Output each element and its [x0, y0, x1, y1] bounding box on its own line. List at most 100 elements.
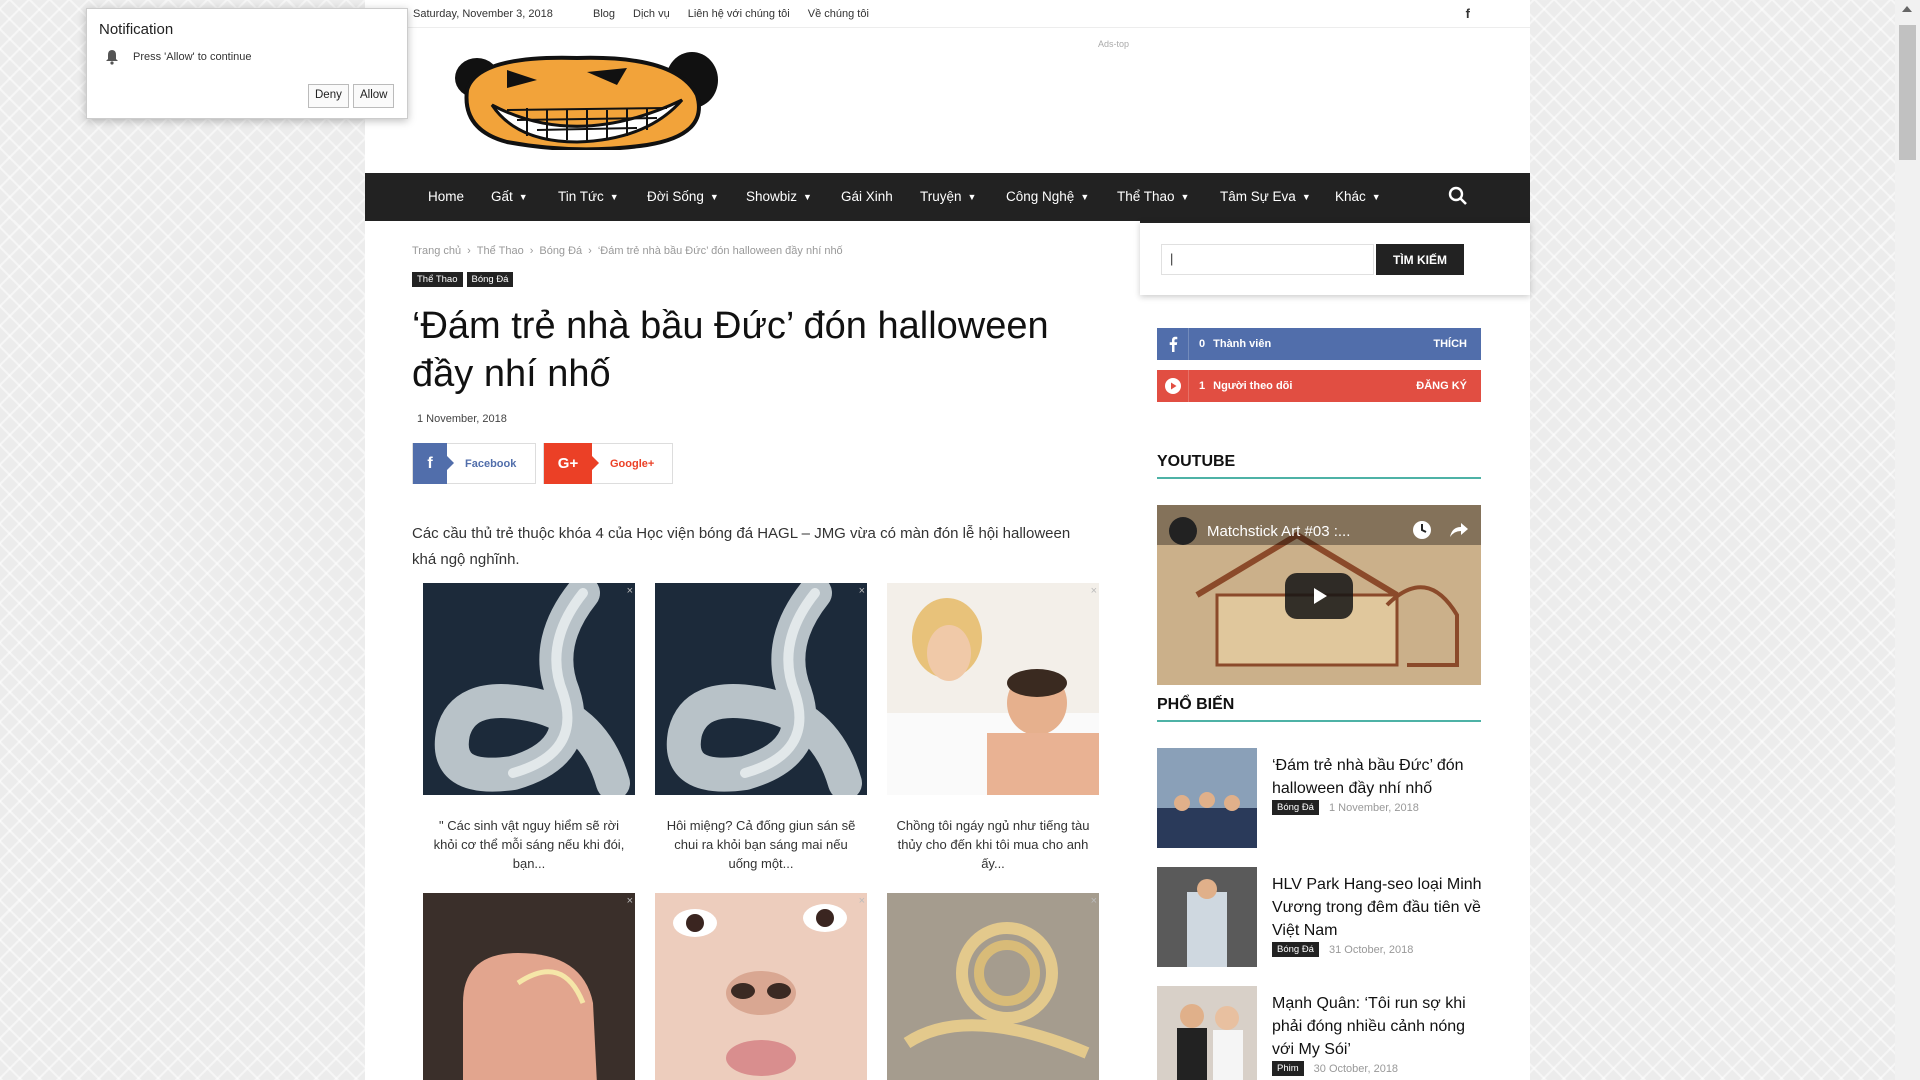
ad-close-icon[interactable]: ×	[859, 585, 865, 597]
chevron-down-icon: ▼	[709, 192, 719, 202]
article-date: 1 November, 2018	[417, 413, 507, 425]
ad-close-icon[interactable]: ×	[1091, 585, 1097, 597]
youtube-subscribe-button[interactable]: ĐĂNG KÝ	[1416, 380, 1467, 392]
ad-caption[interactable]: Hôi miệng? Cả đống giun sán sẽ chui ra k…	[655, 816, 867, 873]
share-facebook-label: Facebook	[465, 457, 517, 470]
ad-card[interactable]: ×	[423, 893, 635, 1080]
search-input[interactable]: |	[1161, 244, 1374, 275]
nav-label: Tin Tức	[558, 189, 604, 204]
ad-image-worm[interactable]: ×	[655, 583, 867, 795]
nav-label: Khác	[1335, 189, 1366, 204]
top-link-services[interactable]: Dịch vụ	[633, 8, 670, 20]
channel-avatar[interactable]	[1169, 517, 1197, 545]
facebook-icon[interactable]: f	[1466, 6, 1470, 21]
ad-image-face[interactable]: ×	[655, 893, 867, 1080]
ads-top-label: Ads-top	[1098, 39, 1130, 49]
chevron-down-icon: ▼	[1301, 192, 1311, 202]
top-link-blog[interactable]: Blog	[593, 8, 615, 20]
ad-caption[interactable]: Chồng tôi ngáy ngủ như tiếng tàu thủy ch…	[887, 816, 1099, 873]
search-dropdown: | TÌM KIẾM	[1140, 221, 1530, 295]
ad-card[interactable]: × Hôi miệng? Cả đống giun sán sẽ chui ra…	[655, 583, 867, 873]
nav-item-tin-tuc[interactable]: Tin Tức ▼	[558, 189, 619, 204]
nav-item-truyen[interactable]: Truyện ▼	[920, 189, 976, 204]
ad-close-icon[interactable]: ×	[627, 895, 633, 907]
popular-meta: Bóng Đá 1 November, 2018	[1272, 800, 1419, 815]
facebook-count: 0	[1199, 338, 1206, 350]
popular-title[interactable]: ‘Đám trẻ nhà bầu Đức’ đón halloween đầy …	[1272, 754, 1482, 800]
deny-button[interactable]: Deny	[308, 84, 349, 108]
ad-image-finger[interactable]: ×	[423, 893, 635, 1080]
share-facebook-button[interactable]: f Facebook	[412, 443, 536, 484]
nav-item-home[interactable]: Home	[428, 189, 464, 204]
ad-image-coil[interactable]: ×	[887, 893, 1099, 1080]
popular-item[interactable]: Mạnh Quân: ‘Tôi run sợ khi phải đóng nhi…	[1157, 986, 1481, 1080]
breadcrumb-the-thao[interactable]: Thể Thao	[477, 245, 524, 257]
ad-close-icon[interactable]: ×	[1091, 895, 1097, 907]
youtube-count: 1	[1199, 380, 1206, 392]
youtube-section-title: YOUTUBE	[1157, 453, 1481, 479]
notification-message: Press 'Allow' to continue	[133, 51, 252, 63]
scrollbar-thumb[interactable]	[1899, 25, 1916, 160]
nav-label: Tâm Sự Eva	[1220, 189, 1296, 204]
breadcrumb: Trang chủ › Thể Thao › Bóng Đá › ‘Đám trẻ nhà …	[412, 245, 843, 257]
popular-item[interactable]: ‘Đám trẻ nhà bầu Đức’ đón halloween đầy …	[1157, 748, 1481, 848]
ad-caption[interactable]: " Các sinh vật nguy hiểm sẽ rời khỏi cơ …	[423, 816, 635, 873]
ad-card[interactable]: ×	[887, 893, 1099, 1080]
popular-tag[interactable]: Phim	[1272, 1061, 1304, 1076]
ad-image-couple[interactable]: ×	[887, 583, 1099, 795]
share-google-button[interactable]: G+ Google+	[543, 443, 673, 484]
nav-item-khac[interactable]: Khác ▼	[1335, 189, 1381, 204]
ad-close-icon[interactable]: ×	[627, 585, 633, 597]
article-intro: Các cầu thủ trẻ thuộc khóa 4 của Học việ…	[412, 525, 1071, 568]
popular-tag[interactable]: Bóng Đá	[1272, 800, 1319, 815]
nav-item-showbiz[interactable]: Showbiz ▼	[746, 189, 812, 204]
nav-item-doi-song[interactable]: Đời Sống ▼	[647, 189, 719, 204]
search-icon[interactable]	[1447, 185, 1469, 207]
nav-label: Home	[428, 189, 465, 204]
popular-tag[interactable]: Bóng Đá	[1272, 942, 1319, 957]
chevron-down-icon: ▼	[1371, 192, 1381, 202]
breadcrumb-home[interactable]: Trang chủ	[412, 245, 461, 257]
popular-item[interactable]: HLV Park Hang-seo loại Minh Vương trong …	[1157, 867, 1482, 967]
facebook-icon: f	[413, 443, 454, 484]
scroll-up-arrow-icon[interactable]	[1902, 6, 1912, 12]
site-logo[interactable]	[447, 50, 722, 152]
facebook-like-widget[interactable]: 0 Thành viên THÍCH	[1157, 328, 1481, 360]
facebook-like-button[interactable]: THÍCH	[1433, 338, 1467, 350]
top-link-contact[interactable]: Liên hệ với chúng tôi	[688, 8, 790, 20]
video-title[interactable]: Matchstick Art #03 :...	[1207, 523, 1350, 540]
nav-item-tam-su-eva[interactable]: Tâm Sự Eva ▼	[1220, 189, 1311, 204]
breadcrumb-bong-da[interactable]: Bóng Đá	[539, 245, 582, 257]
nav-label: Công Nghệ	[1006, 189, 1075, 204]
popular-title[interactable]: HLV Park Hang-seo loại Minh Vương trong …	[1272, 873, 1482, 942]
youtube-subscribe-widget[interactable]: 1 Người theo dõi ĐĂNG KÝ	[1157, 370, 1481, 402]
nav-item-cong-nghe[interactable]: Công Nghệ ▼	[1006, 189, 1089, 204]
ad-card[interactable]: ×	[655, 893, 867, 1080]
clock-icon[interactable]	[1411, 519, 1433, 546]
popular-title[interactable]: Mạnh Quân: ‘Tôi run sợ khi phải đóng nhi…	[1272, 992, 1482, 1061]
popular-thumbnail[interactable]	[1157, 986, 1257, 1080]
nav-label: Gái Xinh	[841, 189, 893, 204]
current-date: Saturday, November 3, 2018	[413, 8, 553, 20]
top-link-about[interactable]: Về chúng tôi	[808, 8, 869, 20]
youtube-icon	[1157, 370, 1189, 402]
tag-the-thao[interactable]: Thể Thao	[412, 272, 463, 287]
ad-image-worm[interactable]: ×	[423, 583, 635, 795]
page-scrollbar[interactable]	[1895, 0, 1920, 1080]
ad-card[interactable]: × Chồng tôi ngáy ngủ như tiếng tàu thủy …	[887, 583, 1099, 873]
allow-button[interactable]: Allow	[353, 84, 395, 108]
share-icon[interactable]	[1447, 519, 1469, 546]
youtube-video-embed[interactable]: Matchstick Art #03 :...	[1157, 505, 1481, 685]
main-nav: Home Gất ▼ Tin Tức ▼ Đời Sống ▼ Showbiz ▼ Gá…	[365, 173, 1530, 221]
ad-close-icon[interactable]: ×	[859, 895, 865, 907]
search-button[interactable]: TÌM KIẾM	[1376, 244, 1464, 275]
ad-card[interactable]: × " Các sinh vật nguy hiểm sẽ rời khỏi c…	[423, 583, 635, 873]
nav-item-the-thao[interactable]: Thể Thao ▼	[1117, 189, 1189, 204]
nav-item-gat[interactable]: Gất ▼	[491, 189, 528, 204]
play-button[interactable]	[1285, 573, 1353, 619]
tag-bong-da[interactable]: Bóng Đá	[466, 272, 514, 287]
popular-thumbnail[interactable]	[1157, 867, 1257, 967]
nav-label: Showbiz	[746, 189, 798, 204]
popular-thumbnail[interactable]	[1157, 748, 1257, 848]
nav-item-gai-xinh[interactable]: Gái Xinh	[841, 189, 893, 204]
